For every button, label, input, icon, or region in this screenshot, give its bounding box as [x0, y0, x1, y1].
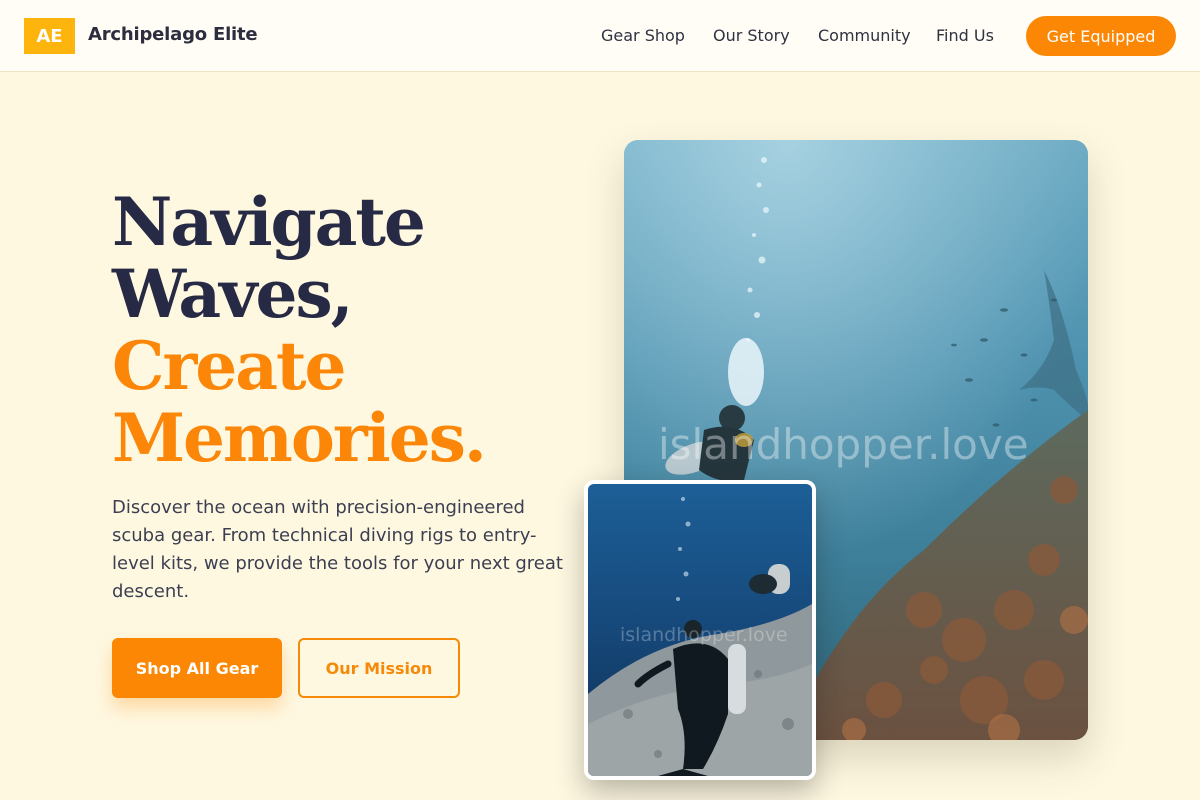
nav-gear-shop[interactable]: Gear Shop	[601, 26, 685, 45]
shop-all-gear-button[interactable]: Shop All Gear	[112, 638, 282, 698]
inset-photo-watermark: islandhopper.love	[620, 624, 788, 646]
headline-line-4: Memories.	[112, 399, 487, 477]
headline-line-1: Navigate	[112, 183, 426, 261]
hero-description: Discover the ocean with precision-engine…	[112, 497, 563, 602]
nav-our-story[interactable]: Our Story	[713, 26, 790, 45]
main-photo-watermark: islandhopper.love	[658, 420, 1029, 469]
hero-headline: Navigate Waves, Create Memories.	[112, 186, 592, 474]
hero-photo-inset: islandhopper.love	[584, 480, 816, 780]
nav-find-us[interactable]: Find Us	[936, 26, 994, 45]
nav-community[interactable]: Community	[818, 26, 911, 45]
get-equipped-button[interactable]: Get Equipped	[1026, 16, 1176, 56]
brand-name[interactable]: Archipelago Elite	[88, 24, 258, 45]
headline-line-3: Create	[112, 327, 347, 405]
our-mission-button[interactable]: Our Mission	[298, 638, 460, 698]
site-header: AE Archipelago Elite Gear Shop Our Story…	[0, 0, 1200, 72]
headline-line-2: Waves,	[112, 255, 354, 333]
logo-badge[interactable]: AE	[24, 18, 75, 54]
